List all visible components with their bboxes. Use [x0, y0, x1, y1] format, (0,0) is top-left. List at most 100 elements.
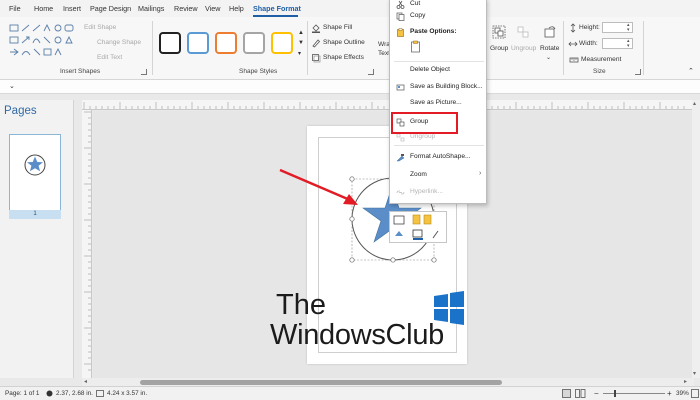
group-highlight-box	[391, 112, 458, 134]
position-icon	[46, 390, 53, 397]
watermark-line-1: The	[276, 289, 326, 321]
tab-insert[interactable]: Insert	[63, 4, 81, 13]
tab-file[interactable]: File	[9, 4, 21, 13]
ribbon-separator	[152, 21, 153, 75]
tab-view[interactable]: View	[205, 4, 220, 13]
scroll-down-icon[interactable]: ▾	[693, 370, 696, 377]
zoom-in-icon[interactable]: +	[667, 389, 672, 398]
shape-style-swatch[interactable]	[187, 32, 209, 54]
vertical-ruler[interactable]	[82, 110, 92, 378]
tab-help[interactable]: Help	[229, 4, 244, 13]
gallery-scroll-down-icon[interactable]: ▼	[298, 40, 304, 46]
context-menu: Cut Copy Paste Options: Delete Object Sa…	[389, 0, 487, 204]
measurement-icon	[569, 57, 579, 63]
tab-review[interactable]: Review	[174, 4, 198, 13]
width-spinner-icon[interactable]: ▴ ▾	[627, 39, 630, 49]
menu-item-save-building-block[interactable]: Save as Building Block...	[410, 83, 483, 90]
menu-item-hyperlink[interactable]: Hyperlink...	[410, 188, 443, 195]
shape-styles-group-label: Shape Styles	[239, 68, 278, 75]
hyperlink-icon	[396, 190, 405, 195]
shape-style-swatch[interactable]	[271, 32, 293, 54]
status-page-indicator[interactable]: Page: 1 of 1	[5, 390, 39, 397]
height-icon	[570, 23, 576, 33]
scroll-left-icon[interactable]: ◂	[84, 378, 87, 385]
scroll-right-icon[interactable]: ▸	[684, 378, 687, 385]
watermark-line-2: WindowsClub	[270, 319, 444, 351]
measurement-button[interactable]: Measurement	[581, 56, 621, 63]
zoom-slider-thumb[interactable]	[614, 390, 616, 397]
size-group-label: Size	[593, 68, 606, 75]
menu-item-format-autoshape[interactable]: Format AutoShape...	[410, 153, 470, 160]
two-page-view-icon[interactable]	[575, 389, 586, 398]
ribbon-tab-bar: File Home Insert Page Design Mailings Re…	[0, 0, 700, 17]
shape-effects-button[interactable]: Shape Effects	[323, 54, 364, 61]
shape-outline-button[interactable]: Shape Outline	[323, 39, 365, 46]
insert-shapes-group-label: Insert Shapes	[60, 68, 101, 75]
menu-item-paste-options: Paste Options:	[410, 28, 457, 35]
menu-separator	[394, 61, 484, 62]
shape-styles-launcher-icon[interactable]	[368, 69, 374, 75]
edit-text-button[interactable]: Edit Text	[97, 54, 122, 61]
menu-item-delete-object[interactable]: Delete Object	[410, 66, 450, 73]
page-thumbnail-number: 1	[9, 210, 61, 219]
scroll-up-icon[interactable]: ▴	[693, 100, 696, 107]
group-icon	[492, 25, 506, 39]
rotate-button[interactable]: Rotate	[540, 45, 559, 52]
height-spinner-icon[interactable]: ▴ ▾	[627, 23, 630, 33]
pen-outline-icon	[312, 39, 321, 48]
width-label: Width:	[579, 40, 598, 47]
tab-mailings[interactable]: Mailings	[138, 4, 164, 13]
vertical-scrollbar[interactable]	[692, 100, 700, 378]
gallery-scroll-up-icon[interactable]: ▲	[298, 30, 304, 36]
horizontal-ruler[interactable]	[82, 100, 692, 110]
tab-shape-format[interactable]: Shape Format	[253, 4, 301, 13]
menu-item-copy[interactable]: Copy	[410, 12, 425, 19]
thumbnail-star-circle-icon	[24, 154, 46, 176]
height-label: Height:	[579, 24, 600, 31]
paste-option-icon[interactable]	[410, 40, 422, 54]
single-page-view-icon[interactable]	[562, 389, 571, 398]
paint-bucket-icon	[312, 24, 320, 33]
shape-style-swatch[interactable]	[215, 32, 237, 54]
menu-item-zoom[interactable]: Zoom	[410, 171, 427, 178]
insert-shapes-launcher-icon[interactable]	[141, 69, 147, 75]
ribbon-separator	[563, 21, 564, 75]
status-size: 4.24 x 3.57 in.	[107, 390, 148, 397]
zoom-slider[interactable]	[603, 393, 665, 394]
shape-style-swatch[interactable]	[243, 32, 265, 54]
mini-toolbar-copy-icon	[412, 214, 421, 225]
ungroup-button[interactable]: Ungroup	[511, 45, 536, 52]
red-arrow-annotation	[279, 168, 358, 205]
paste-icon	[397, 28, 404, 37]
menu-item-cut[interactable]: Cut	[410, 0, 420, 7]
shape-effects-icon	[312, 54, 321, 63]
ribbon: Edit Shape Change Shape Edit Text Insert…	[0, 17, 700, 80]
shape-style-swatch[interactable]	[159, 32, 181, 54]
edit-shape-button[interactable]: Edit Shape	[84, 24, 116, 31]
ungroup-menu-icon	[396, 133, 405, 142]
cut-icon	[396, 0, 405, 9]
shapes-gallery[interactable]	[8, 22, 80, 62]
gallery-more-icon[interactable]: ▾	[298, 50, 301, 57]
rotate-dropdown-icon[interactable]: ⌄	[546, 54, 551, 61]
fit-page-icon[interactable]	[691, 389, 699, 398]
zoom-level[interactable]: 39%	[676, 390, 689, 397]
format-autoshape-icon	[396, 154, 405, 162]
customize-toolbar-icon[interactable]: ⌄	[9, 82, 15, 90]
tab-page-design[interactable]: Page Design	[90, 4, 131, 13]
collapse-ribbon-icon[interactable]: ⌃	[688, 67, 694, 75]
menu-item-save-as-picture[interactable]: Save as Picture...	[410, 99, 462, 106]
menu-item-ungroup[interactable]: Ungroup	[410, 133, 435, 140]
quick-access-row: ⌄	[0, 80, 700, 94]
shape-fill-button[interactable]: Shape Fill	[323, 24, 352, 31]
page-thumbnail[interactable]	[9, 134, 61, 218]
tab-home[interactable]: Home	[34, 4, 53, 13]
ribbon-separator	[307, 21, 308, 75]
zoom-out-icon[interactable]: −	[594, 389, 599, 398]
horizontal-scroll-thumb[interactable]	[140, 380, 502, 385]
size-launcher-icon[interactable]	[635, 69, 641, 75]
group-button[interactable]: Group	[490, 45, 508, 52]
pages-pane-title: Pages	[4, 105, 37, 117]
change-shape-button[interactable]: Change Shape	[97, 39, 141, 46]
mini-toolbar[interactable]	[389, 211, 447, 243]
